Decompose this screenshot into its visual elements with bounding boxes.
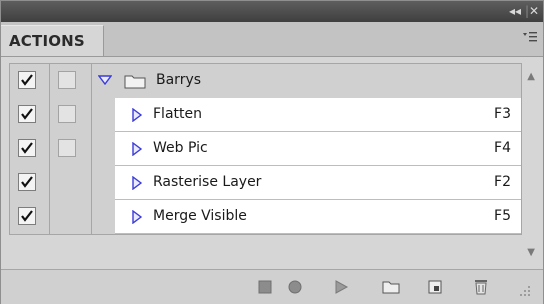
stop-icon[interactable] [255, 278, 275, 296]
panel-menu-icon[interactable] [523, 31, 537, 47]
dialog-toggle-cell [50, 166, 92, 200]
action-set-name: Barrys [156, 72, 202, 88]
dialog-toggle-cell [50, 200, 92, 234]
action-name-area: Rasterise Layer F2 [115, 166, 521, 200]
dialog-toggle[interactable] [58, 105, 76, 123]
dialog-toggle-cell [50, 98, 92, 132]
include-toggle-cell [10, 64, 50, 98]
action-shortcut: F3 [494, 106, 511, 122]
action-name: Web Pic [153, 140, 208, 156]
include-checkbox[interactable] [18, 207, 36, 225]
expand-triangle-icon[interactable] [132, 108, 142, 122]
action-row-merge-visible[interactable]: Merge Visible F5 [10, 200, 521, 234]
action-row-rasterise-layer[interactable]: Rasterise Layer F2 [10, 166, 521, 200]
resize-grip-icon[interactable] [515, 282, 535, 300]
action-name: Rasterise Layer [153, 174, 262, 190]
tab-actions[interactable]: ACTIONS [1, 25, 104, 56]
delete-trash-icon[interactable] [471, 278, 491, 296]
action-name-area: Flatten F3 [115, 98, 521, 132]
action-shortcut: F2 [494, 174, 511, 190]
include-toggle-cell [10, 166, 50, 200]
action-name-area: Merge Visible F5 [115, 200, 521, 234]
action-row-flatten[interactable]: Flatten F3 [10, 98, 521, 132]
include-toggle-cell [10, 132, 50, 166]
scroll-up-icon[interactable]: ▲ [527, 71, 535, 82]
dialog-toggle-cell [50, 132, 92, 166]
expand-triangle-icon[interactable] [132, 210, 142, 224]
action-name-area: Web Pic F4 [115, 132, 521, 166]
dialog-toggle[interactable] [58, 71, 76, 89]
play-icon[interactable] [331, 278, 351, 296]
action-name: Merge Visible [153, 208, 247, 224]
include-checkbox[interactable] [18, 173, 36, 191]
action-name: Flatten [153, 106, 202, 122]
close-icon[interactable]: ✕ [529, 4, 539, 18]
collapse-icon[interactable]: ◂◂ [509, 4, 521, 18]
folder-icon [124, 75, 146, 89]
include-checkbox[interactable] [18, 105, 36, 123]
actions-toolbar [1, 269, 543, 304]
expand-triangle-icon[interactable] [132, 176, 142, 190]
scroll-down-icon[interactable]: ▼ [527, 247, 535, 258]
action-shortcut: F5 [494, 208, 511, 224]
dialog-toggle[interactable] [58, 139, 76, 157]
action-row-web-pic[interactable]: Web Pic F4 [10, 132, 521, 166]
expand-triangle-icon[interactable] [98, 75, 112, 85]
actions-list: Barrys Flatten F3 Web Pic F4 Rasterise L… [9, 63, 522, 235]
include-checkbox[interactable] [18, 139, 36, 157]
record-icon[interactable] [285, 278, 305, 296]
include-toggle-cell [10, 200, 50, 234]
actions-panel: ◂◂ | ✕ ACTIONS Barrys Flatten F3 Web Pic… [0, 0, 544, 304]
expand-triangle-icon[interactable] [132, 142, 142, 156]
include-checkbox[interactable] [18, 71, 36, 89]
panel-title-bar: ◂◂ | ✕ [1, 1, 543, 22]
tab-label: ACTIONS [9, 32, 85, 50]
include-toggle-cell [10, 98, 50, 132]
action-shortcut: F4 [494, 140, 511, 156]
action-set-row[interactable]: Barrys [10, 64, 521, 98]
new-set-folder-icon[interactable] [381, 278, 401, 296]
dialog-toggle-cell [50, 64, 92, 98]
tab-row: ACTIONS [1, 22, 543, 57]
new-action-icon[interactable] [425, 278, 445, 296]
